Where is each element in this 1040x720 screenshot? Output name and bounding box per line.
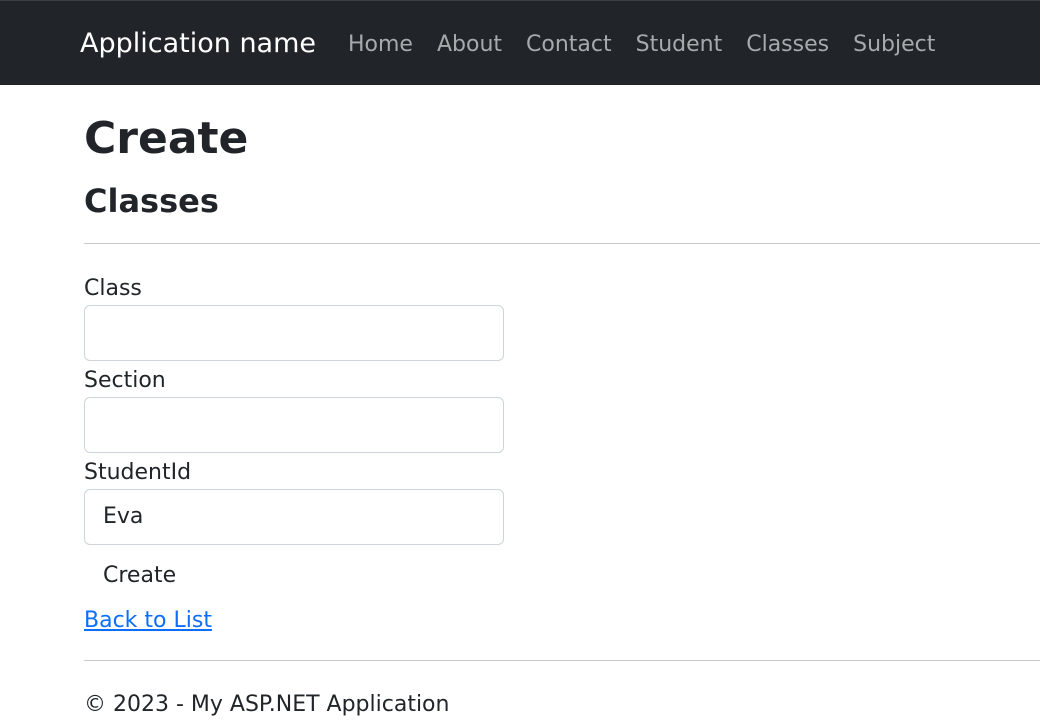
- class-label: Class: [84, 276, 142, 301]
- studentid-selected-value: Eva: [103, 504, 144, 529]
- nav-link-student[interactable]: Student: [624, 30, 735, 60]
- class-input[interactable]: [84, 305, 504, 361]
- page-subtitle: Classes: [84, 182, 219, 220]
- create-button[interactable]: Create: [84, 558, 195, 594]
- section-label: Section: [84, 368, 166, 393]
- top-navbar: Application name Home About Contact Stud…: [0, 0, 1040, 85]
- nav-link-contact[interactable]: Contact: [514, 30, 624, 60]
- section-input[interactable]: [84, 397, 504, 453]
- nav-link-about[interactable]: About: [425, 30, 514, 60]
- nav-link-subject[interactable]: Subject: [841, 30, 947, 60]
- divider-top: [84, 243, 1040, 244]
- footer-text: © 2023 - My ASP.NET Application: [84, 692, 450, 717]
- studentid-select[interactable]: Eva: [84, 489, 504, 545]
- studentid-label: StudentId: [84, 460, 192, 485]
- nav-link-classes[interactable]: Classes: [734, 30, 841, 60]
- nav-links: Home About Contact Student Classes Subje…: [336, 30, 947, 60]
- back-to-list-link[interactable]: Back to List: [84, 606, 212, 636]
- nav-link-home[interactable]: Home: [336, 30, 425, 60]
- page-title: Create: [84, 113, 249, 164]
- brand-link[interactable]: Application name: [80, 26, 316, 62]
- divider-bottom: [84, 660, 1040, 661]
